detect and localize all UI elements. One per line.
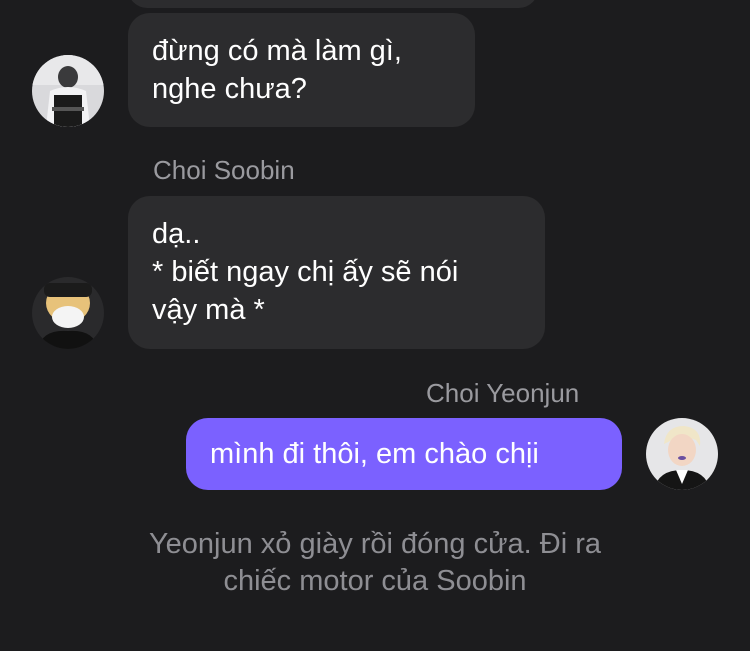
message-text-line: * biết ngay chị ấy sẽ nói	[152, 256, 459, 288]
message-text-line: dạ..	[152, 218, 201, 250]
message-bubble-partial	[128, 0, 538, 8]
message-bubble-incoming[interactable]: dạ.. * biết ngay chị ấy sẽ nói vậy mà *	[128, 196, 545, 349]
message-bubble-outgoing[interactable]: mình đi thôi, em chào chịi	[186, 418, 622, 490]
avatar-photo-icon	[646, 418, 718, 490]
narration-text: Yeonjun xỏ giày rồi đóng cửa. Đi ra chiế…	[100, 526, 650, 600]
avatar-yeonjun[interactable]	[646, 418, 718, 490]
sender-name: Choi Yeonjun	[426, 378, 580, 408]
message-text-line: mình đi thôi, em chào chịi	[210, 438, 539, 470]
avatar-photo-icon	[32, 55, 104, 127]
avatar-first-sender[interactable]	[32, 55, 104, 127]
message-bubble-incoming[interactable]: đừng có mà làm gì, nghe chưa?	[128, 13, 475, 127]
narration-line: Yeonjun xỏ giày rồi đóng cửa. Đi ra	[148, 528, 601, 560]
message-text-line: nghe chưa?	[152, 73, 307, 105]
message-text-line: đừng có mà làm gì,	[152, 35, 402, 67]
narration-line: chiếc motor của Soobin	[223, 565, 527, 597]
message-text-line: vậy mà *	[152, 294, 265, 326]
sender-name: Choi Soobin	[153, 155, 295, 185]
avatar-soobin[interactable]	[32, 277, 104, 349]
avatar-photo-icon	[32, 277, 104, 349]
